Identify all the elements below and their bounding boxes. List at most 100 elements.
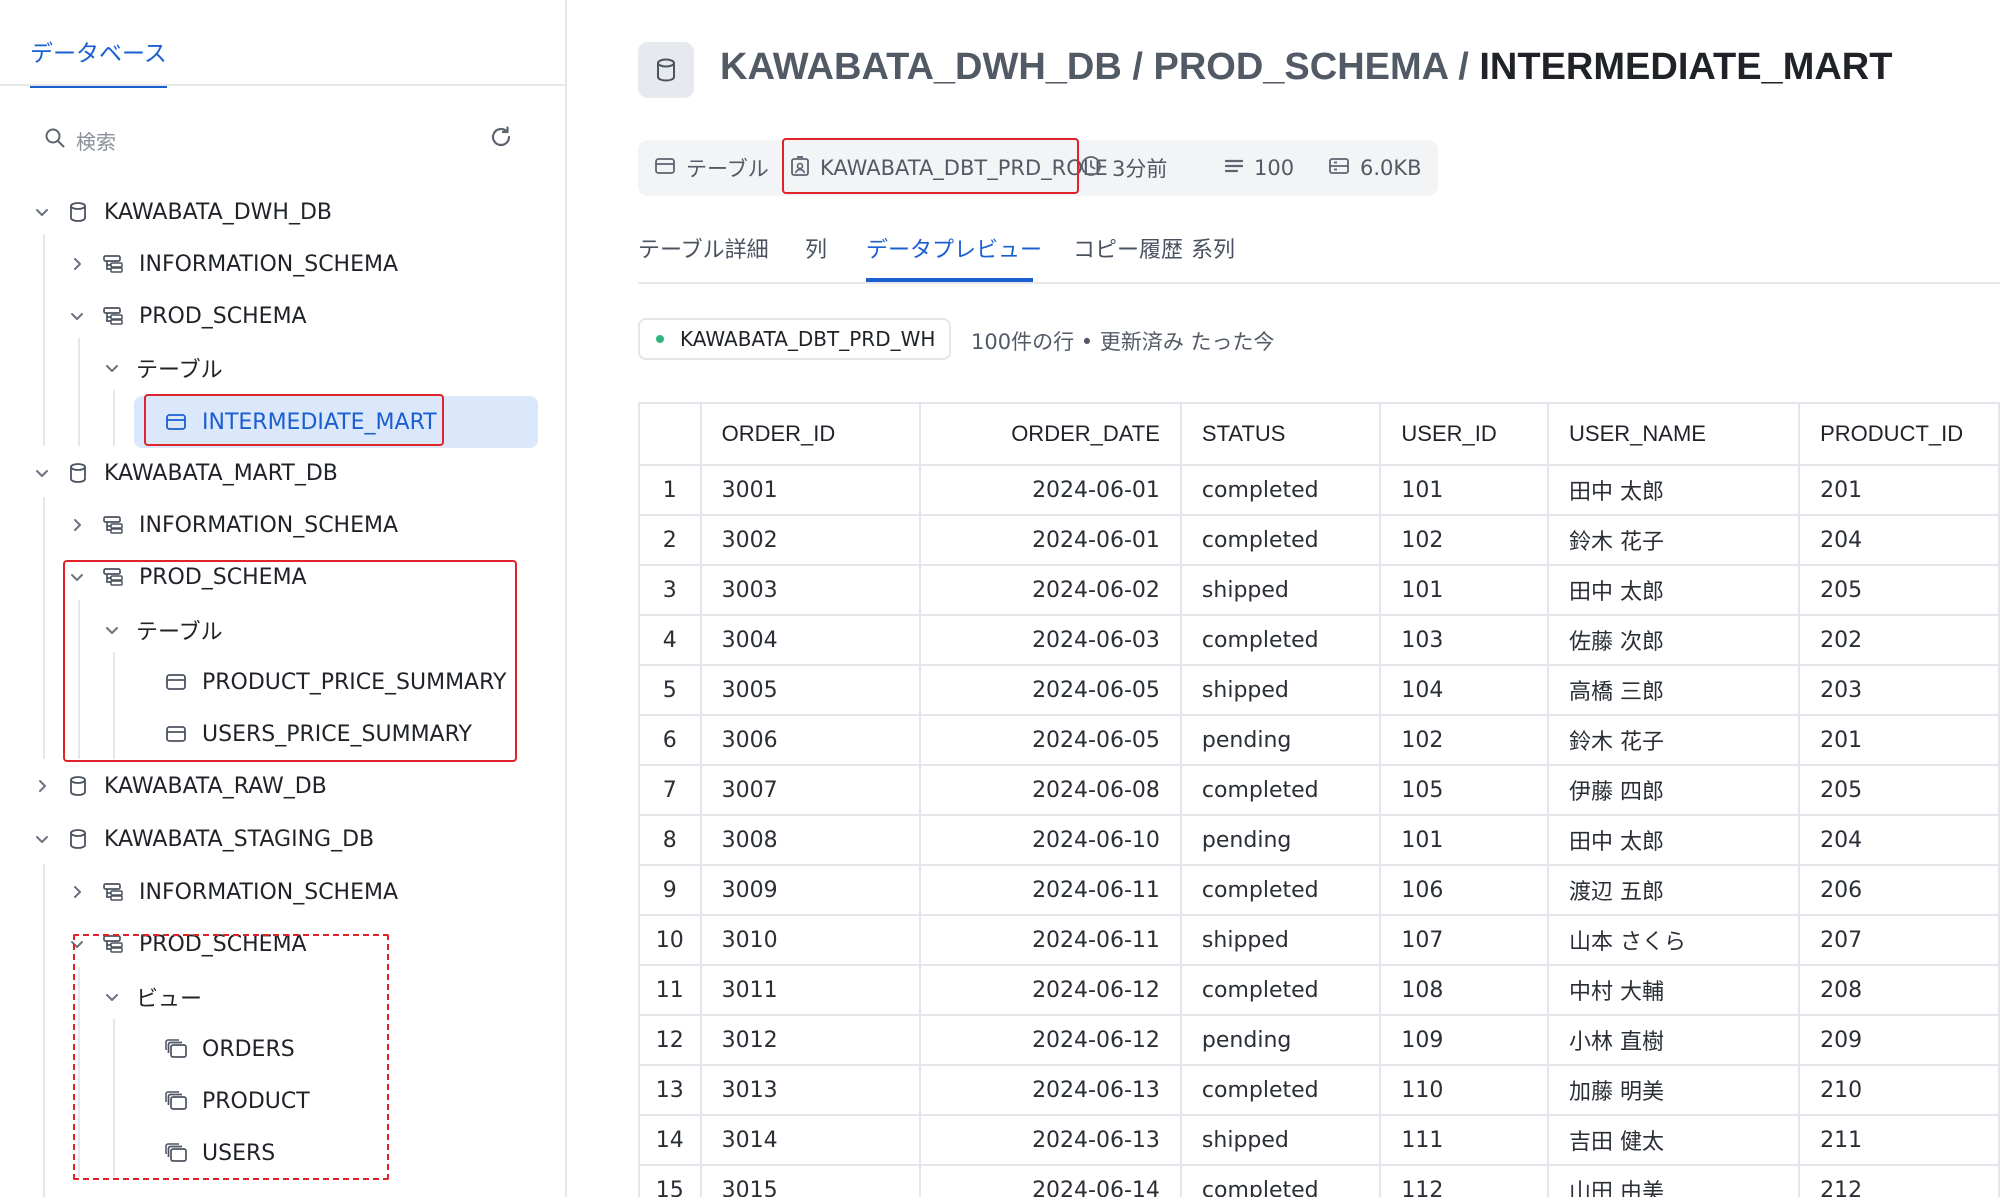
table-cell[interactable]: 中村 大輔 xyxy=(1547,964,1801,1016)
row-number-cell[interactable]: 2 xyxy=(638,514,702,566)
table-row[interactable]: 8 3008 2024-06-10 pending 101 田中 太郎 204 xyxy=(638,814,2000,866)
table-cell[interactable]: 205 xyxy=(1798,764,2000,816)
table-cell[interactable]: 2024-06-01 xyxy=(918,464,1182,516)
row-number-cell[interactable]: 6 xyxy=(638,714,702,766)
tab-copy-history[interactable]: コピー履歴 xyxy=(1073,232,1183,264)
table-cell[interactable]: 105 xyxy=(1379,764,1550,816)
table-cell[interactable]: 101 xyxy=(1379,814,1550,866)
row-number-cell[interactable]: 1 xyxy=(638,464,702,516)
table-cell[interactable]: 3011 xyxy=(699,964,921,1016)
row-number-cell[interactable]: 7 xyxy=(638,764,702,816)
table-cell[interactable]: shipped xyxy=(1179,914,1382,966)
table-cell[interactable]: 鈴木 花子 xyxy=(1547,714,1801,766)
chevron-right-icon[interactable] xyxy=(32,776,52,796)
table-cell[interactable]: shipped xyxy=(1179,664,1382,716)
table-cell[interactable]: 3013 xyxy=(699,1064,921,1116)
table-cell[interactable]: 101 xyxy=(1379,464,1550,516)
chevron-down-icon[interactable] xyxy=(32,463,52,483)
table-cell[interactable]: 3012 xyxy=(699,1014,921,1066)
row-number-cell[interactable]: 3 xyxy=(638,564,702,616)
table-cell[interactable]: 201 xyxy=(1798,464,2000,516)
table-cell[interactable]: 3006 xyxy=(699,714,921,766)
table-cell[interactable]: 鈴木 花子 xyxy=(1547,514,1801,566)
table-cell[interactable]: 3004 xyxy=(699,614,921,666)
table-cell[interactable]: 2024-06-10 xyxy=(918,814,1182,866)
row-number-cell[interactable]: 11 xyxy=(638,964,702,1016)
table-cell[interactable]: 山本 さくら xyxy=(1547,914,1801,966)
table-cell[interactable]: 田中 太郎 xyxy=(1547,464,1801,516)
table-row[interactable]: 11 3011 2024-06-12 completed 108 中村 大輔 208 xyxy=(638,964,2000,1016)
chevron-down-icon[interactable] xyxy=(67,306,87,326)
breadcrumb-schema[interactable]: PROD_SCHEMA xyxy=(1154,46,1448,88)
table-cell[interactable]: 109 xyxy=(1379,1014,1550,1066)
table-cell[interactable]: 205 xyxy=(1798,564,2000,616)
table-cell[interactable]: completed xyxy=(1179,464,1382,516)
column-header[interactable]: USER_NAME xyxy=(1547,402,1801,466)
table-cell[interactable]: 208 xyxy=(1798,964,2000,1016)
table-cell[interactable]: 204 xyxy=(1798,814,2000,866)
tree-item-schema[interactable]: INFORMATION_SCHEMA xyxy=(67,501,398,549)
table-cell[interactable]: 山田 由美 xyxy=(1547,1164,1801,1197)
table-cell[interactable]: 田中 太郎 xyxy=(1547,564,1801,616)
tree-item-schema[interactable]: INFORMATION_SCHEMA xyxy=(67,240,398,288)
table-cell[interactable]: 112 xyxy=(1379,1164,1550,1197)
search-bar[interactable]: 検索 xyxy=(44,122,514,158)
table-cell[interactable]: 108 xyxy=(1379,964,1550,1016)
table-cell[interactable]: 渡辺 五郎 xyxy=(1547,864,1801,916)
table-cell[interactable]: 3009 xyxy=(699,864,921,916)
row-number-cell[interactable]: 4 xyxy=(638,614,702,666)
tab-columns[interactable]: 列 xyxy=(805,232,827,264)
table-row[interactable]: 6 3006 2024-06-05 pending 102 鈴木 花子 201 xyxy=(638,714,2000,766)
table-cell[interactable]: 203 xyxy=(1798,664,2000,716)
table-row[interactable]: 15 3015 2024-06-14 completed 112 山田 由美 212 xyxy=(638,1164,2000,1197)
table-cell[interactable]: 210 xyxy=(1798,1064,2000,1116)
table-cell[interactable]: completed xyxy=(1179,514,1382,566)
tree-item-database[interactable]: KAWABATA_DWH_DB xyxy=(32,188,332,236)
column-header[interactable]: PRODUCT_ID xyxy=(1798,402,2000,466)
row-number-cell[interactable]: 8 xyxy=(638,814,702,866)
table-cell[interactable]: 3007 xyxy=(699,764,921,816)
table-cell[interactable]: completed xyxy=(1179,964,1382,1016)
table-row[interactable]: 2 3002 2024-06-01 completed 102 鈴木 花子 204 xyxy=(638,514,2000,566)
column-header[interactable]: STATUS xyxy=(1179,402,1382,466)
chevron-down-icon[interactable] xyxy=(32,829,52,849)
row-number-cell[interactable]: 10 xyxy=(638,914,702,966)
column-header[interactable]: ORDER_DATE xyxy=(918,402,1182,466)
search-input[interactable]: 検索 xyxy=(76,126,514,155)
table-cell[interactable]: 2024-06-13 xyxy=(918,1064,1182,1116)
table-cell[interactable]: 2024-06-13 xyxy=(918,1114,1182,1166)
table-cell[interactable]: 110 xyxy=(1379,1064,1550,1116)
table-cell[interactable]: 111 xyxy=(1379,1114,1550,1166)
table-cell[interactable]: 3005 xyxy=(699,664,921,716)
table-cell[interactable]: 2024-06-01 xyxy=(918,514,1182,566)
column-header[interactable]: USER_ID xyxy=(1379,402,1550,466)
table-cell[interactable]: completed xyxy=(1179,864,1382,916)
table-cell[interactable]: 3003 xyxy=(699,564,921,616)
chevron-right-icon[interactable] xyxy=(67,515,87,535)
table-cell[interactable]: 2024-06-02 xyxy=(918,564,1182,616)
tree-item-schema[interactable]: PROD_SCHEMA xyxy=(67,292,307,340)
table-cell[interactable]: 102 xyxy=(1379,514,1550,566)
chevron-down-icon[interactable] xyxy=(102,358,122,378)
table-cell[interactable]: 2024-06-12 xyxy=(918,1014,1182,1066)
warehouse-selector[interactable]: KAWABATA_DBT_PRD_WH xyxy=(638,318,952,360)
breadcrumb-database[interactable]: KAWABATA_DWH_DB xyxy=(720,46,1122,88)
tab-lineage[interactable]: 系列 xyxy=(1191,232,1235,264)
table-cell[interactable]: 2024-06-05 xyxy=(918,664,1182,716)
table-cell[interactable]: completed xyxy=(1179,614,1382,666)
table-cell[interactable]: 加藤 明美 xyxy=(1547,1064,1801,1116)
table-cell[interactable]: 3015 xyxy=(699,1164,921,1197)
tree-item-database[interactable]: KAWABATA_MART_DB xyxy=(32,449,338,497)
table-cell[interactable]: 211 xyxy=(1798,1114,2000,1166)
table-cell[interactable]: shipped xyxy=(1179,564,1382,616)
table-row[interactable]: 14 3014 2024-06-13 shipped 111 吉田 健太 211 xyxy=(638,1114,2000,1166)
table-cell[interactable]: 小林 直樹 xyxy=(1547,1014,1801,1066)
tab-data-preview[interactable]: データプレビュー xyxy=(866,232,1042,264)
table-cell[interactable]: 3010 xyxy=(699,914,921,966)
table-cell[interactable]: 204 xyxy=(1798,514,2000,566)
table-row[interactable]: 13 3013 2024-06-13 completed 110 加藤 明美 210 xyxy=(638,1064,2000,1116)
column-header[interactable]: ORDER_ID xyxy=(699,402,921,466)
table-cell[interactable]: 2024-06-11 xyxy=(918,914,1182,966)
table-cell[interactable]: 212 xyxy=(1798,1164,2000,1197)
table-cell[interactable]: completed xyxy=(1179,764,1382,816)
